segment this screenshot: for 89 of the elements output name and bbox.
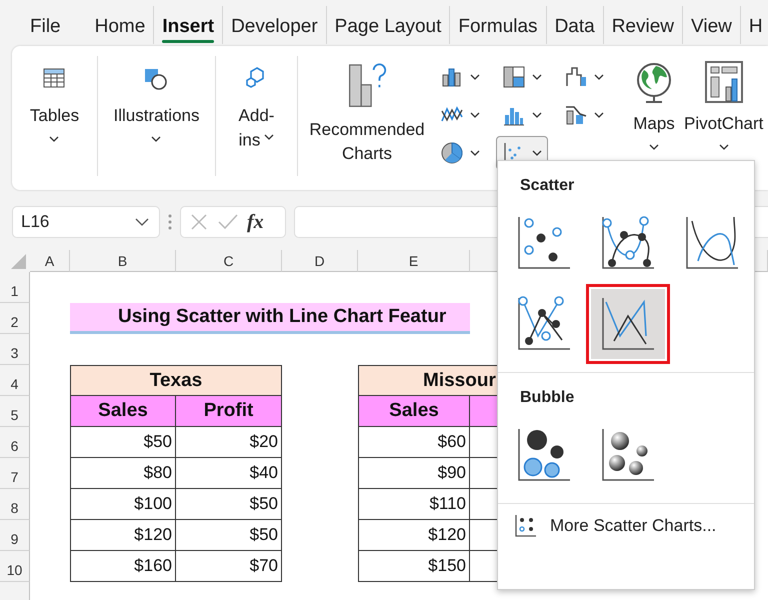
table-title-cell: Missour <box>358 365 498 396</box>
maps-button[interactable]: Maps <box>628 52 680 154</box>
ribbon-tab[interactable]: File <box>22 6 69 44</box>
smooth-lines-icon <box>684 215 740 271</box>
section-heading: Bubble <box>519 388 576 408</box>
column-header[interactable]: C <box>176 250 282 272</box>
table-cell: $70 <box>176 551 282 582</box>
caret-icon <box>532 150 542 156</box>
caret-icon <box>470 74 480 80</box>
row-header[interactable]: 4 <box>0 365 30 396</box>
recommended-charts-button[interactable]: Recommended Charts <box>302 56 432 170</box>
caret-icon <box>718 144 729 150</box>
check-icon <box>217 212 239 232</box>
table-cell: $80 <box>70 458 176 489</box>
more-scatter-charts-link[interactable]: More Scatter Charts... <box>498 504 754 538</box>
name-box[interactable]: L16 <box>12 206 160 238</box>
vertical-dots-icon <box>168 213 172 231</box>
column-header[interactable]: D <box>282 250 358 272</box>
tables-button[interactable]: Tables <box>24 56 86 160</box>
addins-button[interactable]: Add-ins <box>226 56 288 158</box>
shapes-icon <box>143 66 170 90</box>
illustrations-button[interactable]: Illustrations <box>108 56 206 160</box>
table-cell: $40 <box>176 458 282 489</box>
column-header[interactable]: A <box>30 250 70 272</box>
ribbon-tab[interactable]: View <box>682 6 740 44</box>
chevron-icon <box>135 218 149 226</box>
caret-icon <box>470 112 480 118</box>
section-heading: Scatter <box>519 176 576 196</box>
scatter-markers-icon <box>516 215 572 271</box>
column-title-cell: Profit <box>176 396 282 427</box>
caret-icon <box>49 136 60 142</box>
table-cell: $120 <box>358 520 470 551</box>
insert-function-button[interactable]: fx <box>247 210 264 234</box>
combo-chart-icon <box>564 103 588 127</box>
bubble-3d-chart-icon <box>600 427 656 483</box>
row-header[interactable]: 2 <box>0 303 30 334</box>
ribbon-tab[interactable]: Developer <box>222 6 326 44</box>
caret-icon <box>470 150 480 156</box>
ribbon-tab[interactable]: H <box>740 6 768 44</box>
ribbon-tab[interactable]: Home <box>86 6 154 44</box>
cancel-icon <box>189 212 209 232</box>
caret-icon <box>532 74 542 80</box>
ribbon-tab[interactable]: Formulas <box>449 6 546 44</box>
caret-icon <box>649 144 659 150</box>
caret-icon <box>594 112 604 118</box>
caret-icon <box>264 134 274 140</box>
row-header[interactable]: 5 <box>0 396 30 427</box>
table-cell: $60 <box>358 427 470 458</box>
ribbon-tab[interactable]: Review <box>602 6 682 44</box>
ribbon-tab[interactable]: Insert <box>153 6 222 44</box>
table-title-cell: Texas <box>70 365 282 396</box>
table-cell: $120 <box>70 520 176 551</box>
column-header[interactable]: E <box>358 250 470 272</box>
column-title-cell: Sales <box>358 396 470 427</box>
pivotchart-button[interactable]: PivotChart <box>680 52 768 154</box>
title-cell: Using Scatter with Line Chart Featur <box>70 303 470 334</box>
waterfall-chart-icon <box>564 65 588 89</box>
row-header[interactable]: 1 <box>0 272 30 303</box>
bubble-chart-icon <box>516 427 572 483</box>
ribbon-tab[interactable]: Page Layout <box>326 6 450 44</box>
table-cell: $160 <box>70 551 176 582</box>
row-header[interactable]: 9 <box>0 520 30 551</box>
chart-type-option[interactable] <box>586 284 670 364</box>
caret-icon <box>594 74 604 80</box>
column-title-cell <box>470 396 498 427</box>
caret-icon <box>151 136 162 142</box>
row-header[interactable]: 8 <box>0 489 30 520</box>
row-header[interactable]: 3 <box>0 334 30 365</box>
row-header[interactable]: 7 <box>0 458 30 489</box>
table-cell: $90 <box>358 458 470 489</box>
caret-icon <box>532 112 542 118</box>
table-cell: $100 <box>70 489 176 520</box>
table-cell: $110 <box>358 489 470 520</box>
table-cell: $150 <box>358 551 470 582</box>
ribbon-tab[interactable]: Data <box>546 6 603 44</box>
table-cell: $50 <box>176 489 282 520</box>
table-cell: $50 <box>70 427 176 458</box>
pie-chart-icon <box>440 141 464 165</box>
row-header[interactable]: 10 <box>0 551 30 582</box>
table-cell: $50 <box>176 520 282 551</box>
smooth-lines-markers-icon <box>600 215 656 271</box>
scatter-chart-icon <box>514 514 538 538</box>
treemap-chart-icon <box>502 65 526 89</box>
column-header[interactable]: B <box>70 250 176 272</box>
row-header[interactable]: 6 <box>0 427 30 458</box>
column-title-cell: Sales <box>70 396 176 427</box>
straight-lines-icon <box>600 296 656 352</box>
table-cell: $20 <box>176 427 282 458</box>
straight-lines-markers-icon <box>516 296 572 352</box>
